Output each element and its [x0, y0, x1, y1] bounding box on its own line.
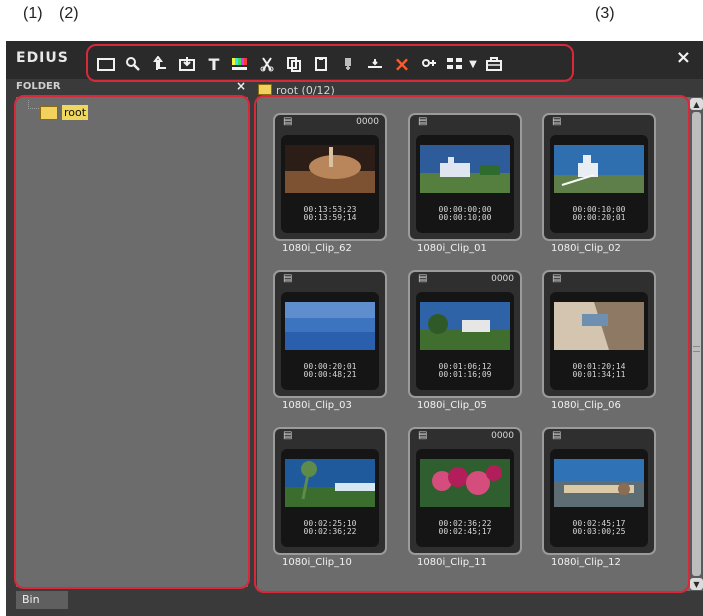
clip-area-highlight [254, 95, 690, 593]
scroll-grip[interactable] [693, 346, 700, 352]
callout-2: (2) [59, 5, 79, 22]
scroll-track[interactable] [692, 112, 701, 576]
delete-icon[interactable]: × [391, 52, 413, 76]
folder-close-button[interactable]: × [236, 79, 246, 93]
insert-icon[interactable] [337, 53, 359, 75]
callout-1: (1) [23, 5, 43, 22]
folder-panel-highlight [14, 95, 250, 589]
import-icon[interactable] [176, 53, 198, 75]
bin-tab[interactable]: Bin [16, 591, 68, 609]
properties-icon[interactable] [418, 53, 440, 75]
scroll-down-button[interactable]: ▼ [690, 578, 703, 590]
window-close-button[interactable]: × [676, 47, 691, 68]
search-icon[interactable] [122, 53, 144, 75]
bin-toolbar: T × ▼ [86, 44, 574, 82]
overwrite-icon[interactable] [364, 53, 386, 75]
color-bars-icon[interactable] [229, 53, 251, 75]
up-folder-icon[interactable] [149, 53, 171, 75]
scroll-up-button[interactable]: ▲ [690, 98, 703, 110]
vertical-scrollbar[interactable]: ▲ ▼ [690, 97, 703, 591]
callout-3: (3) [595, 5, 615, 22]
folder-outline-icon[interactable] [95, 53, 117, 75]
dropdown-arrow-icon[interactable]: ▼ [462, 53, 484, 75]
folder-title: FOLDER [16, 81, 61, 92]
cut-icon[interactable] [256, 53, 278, 75]
title-bar: EDIUS T × ▼ × [6, 41, 703, 82]
folder-header: FOLDER × [16, 79, 248, 94]
briefcase-icon[interactable] [483, 53, 505, 75]
bin-header: root (0/12) [258, 84, 692, 97]
bin-folder-icon [258, 84, 272, 95]
copy-icon[interactable] [283, 53, 305, 75]
app-name: EDIUS [16, 50, 69, 66]
paste-icon[interactable] [310, 53, 332, 75]
text-icon[interactable]: T [203, 53, 225, 75]
edius-bin-window: EDIUS T × ▼ × FOLDER × root root (0/12) … [6, 41, 703, 616]
